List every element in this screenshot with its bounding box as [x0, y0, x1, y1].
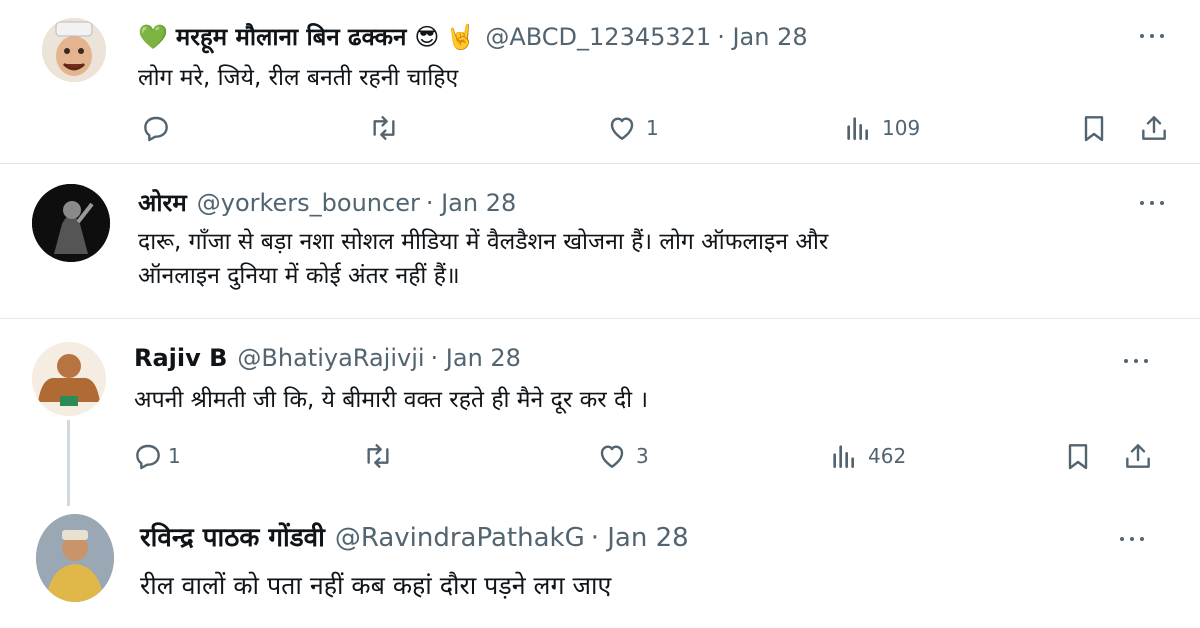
avatar[interactable] [32, 342, 106, 416]
like-button[interactable]: 1 [606, 112, 659, 144]
views-count: 109 [882, 116, 921, 140]
timestamp[interactable]: · Jan 28 [431, 344, 521, 372]
more-icon[interactable] [1140, 31, 1170, 41]
bookmark-icon [1068, 444, 1088, 470]
display-name[interactable]: ओरम [138, 186, 187, 219]
retweet-icon [373, 116, 395, 140]
retweet-button[interactable] [368, 112, 400, 144]
more-icon[interactable] [1140, 198, 1170, 208]
reply-icon [144, 116, 168, 142]
views-icon [847, 117, 868, 140]
like-count: 3 [636, 444, 649, 468]
like-icon [610, 117, 634, 140]
like-count: 1 [646, 116, 659, 140]
handle[interactable]: @RavindraPathakG [335, 523, 585, 553]
more-icon[interactable] [1124, 356, 1154, 366]
display-name[interactable]: मरहूम मौलाना बिन ढक्कन [176, 20, 407, 53]
views-count: 462 [868, 444, 907, 468]
display-name[interactable]: Rajiv B [134, 344, 227, 372]
tweet-text: लोग मरे, जिये, रील बनती रहनी चाहिए [138, 65, 459, 91]
handle[interactable]: @BhatiyaRajivji [237, 344, 424, 372]
bookmark-button[interactable] [1078, 112, 1110, 144]
avatar[interactable] [36, 514, 114, 602]
bookmark-button[interactable] [1062, 440, 1094, 472]
reply-button[interactable] [140, 112, 172, 144]
tweet-text: रील वालों को पता नहीं कब कहां दौरा पड़ने… [140, 571, 612, 600]
bookmark-icon [1084, 116, 1104, 142]
views-icon [833, 445, 854, 468]
reply-button[interactable]: 1 [132, 440, 181, 472]
divider [0, 318, 1200, 319]
tweet-text-line-1: दारू, गाँजा से बड़ा नशा सोशल मीडिया में … [138, 229, 829, 255]
more-icon[interactable] [1120, 534, 1150, 544]
tweet-header: रविन्द्र पाठक गोंडवी @RavindraPathakG · … [140, 518, 689, 554]
views-button[interactable]: 462 [828, 440, 906, 472]
sunglasses-emoji-icon: 😎 [414, 23, 440, 51]
handle[interactable]: @yorkers_bouncer [197, 189, 420, 217]
reply-count: 1 [168, 444, 181, 468]
tweet-header: Rajiv B @BhatiyaRajivji · Jan 28 [134, 344, 521, 372]
handle[interactable]: @ABCD_12345321 [485, 23, 711, 51]
share-button[interactable] [1122, 440, 1154, 472]
like-icon [600, 445, 624, 468]
rock-hand-emoji-icon: 🤘 [445, 23, 476, 51]
tweet-3[interactable]: Rajiv B @BhatiyaRajivji · Jan 28 अपनी श्… [0, 320, 1200, 506]
reply-icon [136, 444, 160, 470]
retweet-icon [367, 444, 389, 468]
timestamp[interactable]: · Jan 28 [591, 523, 689, 553]
tweet-text: अपनी श्रीमती जी कि, ये बीमारी वक्त रहते … [134, 387, 649, 413]
display-name[interactable]: रविन्द्र पाठक गोंडवी [140, 518, 325, 554]
tweet-header: 💚 मरहूम मौलाना बिन ढक्कन 😎 🤘 @ABCD_12345… [138, 20, 808, 53]
share-icon [1126, 444, 1150, 468]
timestamp[interactable]: · Jan 28 [717, 23, 807, 51]
tweet-header: ओरम @yorkers_bouncer · Jan 28 [138, 186, 516, 219]
share-button[interactable] [1138, 112, 1170, 144]
avatar[interactable] [42, 18, 106, 82]
avatar[interactable] [32, 184, 110, 262]
thread-line [67, 420, 70, 506]
share-icon [1142, 116, 1166, 140]
green-heart-icon: 💚 [138, 23, 168, 51]
retweet-button[interactable] [362, 440, 394, 472]
tweet-2[interactable]: ओरम @yorkers_bouncer · Jan 28 दारू, गाँज… [0, 164, 1200, 316]
tweet-text-line-2: ऑनलाइन दुनिया में कोई अंतर नहीं हैं॥ [138, 263, 460, 289]
tweet-1[interactable]: 💚 मरहूम मौलाना बिन ढक्कन 😎 🤘 @ABCD_12345… [0, 0, 1200, 163]
like-button[interactable]: 3 [596, 440, 649, 472]
tweet-4[interactable]: रविन्द्र पाठक गोंडवी @RavindraPathakG · … [0, 506, 1200, 628]
timestamp[interactable]: · Jan 28 [426, 189, 516, 217]
views-button[interactable]: 109 [842, 112, 920, 144]
